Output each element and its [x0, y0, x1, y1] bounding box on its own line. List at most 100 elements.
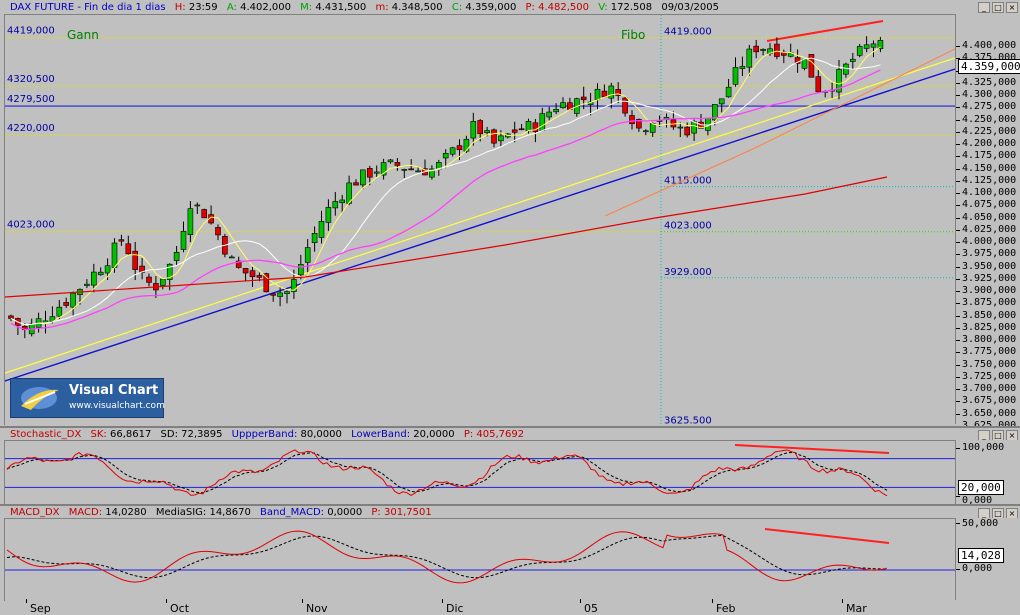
level-label: 4023,000 [7, 220, 55, 231]
stoch-plot[interactable] [4, 440, 955, 505]
ma-medium-line [10, 57, 881, 326]
price-plot[interactable]: 4419,000 4320,500 4279,500 4220,000 4023,000… [4, 14, 955, 425]
header-p: P: 4.482,500 [525, 2, 590, 13]
price-y-tick [956, 205, 960, 207]
stoch-name: Stochastic_DX [10, 429, 82, 440]
candle-body [629, 115, 635, 125]
fibo-level-label: 4419.000 [664, 27, 712, 38]
candle-body [725, 86, 732, 98]
candle-body [277, 292, 283, 297]
price-y-tick-label: 4.175,000 [962, 150, 1017, 162]
x-axis-label: Sep [30, 602, 51, 615]
stoch-header: Stochastic_DX SK: 66,8617 SD: 72,3895 Up… [10, 429, 530, 440]
price-y-tick-label: 3.825,000 [962, 321, 1017, 333]
candle-body [84, 283, 90, 286]
header-max: M: 4.431,500 [300, 2, 367, 13]
candle-body [684, 126, 691, 136]
candle-body [642, 130, 649, 133]
price-y-tick-label: 4.075,000 [962, 199, 1017, 211]
candle-body [256, 275, 263, 278]
candle-body [242, 268, 249, 274]
x-axis-tick [302, 599, 303, 603]
maximize-icon[interactable]: □ [992, 2, 1004, 13]
candle-body [477, 120, 484, 135]
stoch-current-value: 20,000 [958, 480, 1004, 495]
candle-body [463, 138, 470, 152]
ma-fast-line [10, 46, 881, 326]
stoch-chart-svg [5, 444, 955, 497]
ma-long-line [5, 176, 888, 298]
candle-body [401, 169, 408, 171]
candle-body [601, 90, 608, 98]
price-y-tick-label: 3.950,000 [962, 260, 1017, 272]
price-y-tick [956, 242, 960, 243]
logo-url: www.visualchart.com [69, 401, 165, 411]
gann-label: Gann [67, 28, 99, 42]
candle-body [249, 270, 256, 278]
stoch-sd: SD: 72,3895 [160, 429, 223, 440]
x-axis-tick [580, 599, 581, 603]
candle-body [622, 97, 628, 114]
price-y-tick-label: 3.750,000 [962, 358, 1017, 370]
candle-body [353, 182, 359, 186]
price-y-tick [956, 413, 960, 415]
x-axis-tick [712, 599, 713, 603]
price-y-tick-label: 3.775,000 [962, 346, 1017, 358]
minimize-icon[interactable]: _ [978, 2, 990, 13]
candle-body [691, 121, 697, 134]
symbol-name: DAX FUTURE - Fin de dia 1 dias [10, 2, 166, 13]
price-y-tick [956, 389, 960, 390]
macd-chart-svg [5, 528, 955, 584]
close-icon[interactable]: × [1006, 2, 1018, 13]
candle-body [132, 250, 138, 270]
macd-tick-label-0: 0,000 [962, 563, 993, 574]
stoch-p: P: 405,7692 [463, 429, 525, 440]
price-y-tick [956, 401, 960, 403]
price-y-tick [956, 180, 960, 182]
header-date: 09/03/2005 [661, 2, 719, 13]
price-y-tick-label: 4.225,000 [962, 125, 1017, 137]
macd-current-value: 14,028 [958, 548, 1004, 563]
candle-body [553, 109, 559, 113]
candle-body [408, 168, 415, 171]
candle-body [484, 130, 490, 134]
candle-body [339, 199, 346, 204]
price-y-tick [956, 254, 960, 256]
macd-plot[interactable] [4, 518, 955, 601]
candle-body [863, 44, 870, 49]
candle-body [801, 58, 808, 69]
ma-slow-line [10, 69, 881, 331]
price-y-tick [956, 46, 960, 47]
candle-body [373, 171, 380, 174]
fibo-level-label: 3929.000 [664, 267, 712, 278]
candle-body [470, 121, 477, 139]
header-volume: V: 172.508 [598, 2, 653, 13]
candle-body [263, 273, 270, 293]
x-axis-tick [442, 599, 443, 603]
candle-body [843, 63, 849, 75]
candle-body [297, 264, 304, 276]
price-y-tick-label: 3.650,000 [962, 407, 1017, 419]
stoch-tick-0 [956, 496, 960, 497]
candle-body [63, 302, 70, 306]
price-y-tick [956, 327, 960, 329]
macd-tick-50 [956, 523, 960, 524]
price-current-value: 4.359,000 [958, 59, 1020, 75]
candle-body [774, 43, 780, 57]
candle-body [560, 102, 566, 109]
candle-body [718, 98, 725, 105]
price-y-tick-label: 3.875,000 [962, 297, 1017, 309]
candle-body [511, 129, 518, 133]
price-y-tick-label: 4.400,000 [962, 40, 1017, 51]
fibo-level-label: 4115.000 [664, 176, 712, 187]
candle-body [201, 209, 207, 219]
macd-line [6, 530, 888, 584]
candle-body [732, 67, 739, 85]
candle-body [146, 276, 152, 283]
candle-body [304, 247, 311, 263]
stoch-upper: UppperBand: 80,0000 [231, 429, 342, 440]
price-y-tick [956, 156, 960, 158]
candle-body [366, 168, 373, 178]
price-y-tick-label: 4.300,000 [962, 89, 1017, 100]
candle-body [870, 43, 877, 48]
